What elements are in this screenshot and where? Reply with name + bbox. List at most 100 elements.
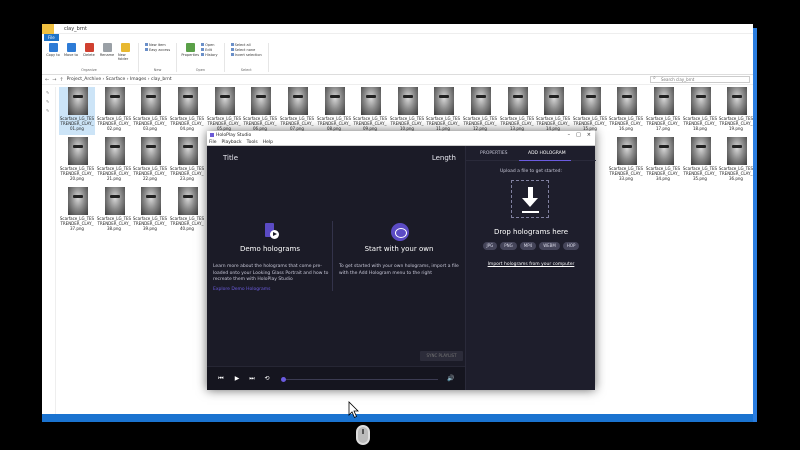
quick-access-toolbar[interactable] — [42, 24, 54, 34]
ribbon-small-button[interactable]: Select all — [231, 43, 262, 47]
close-icon[interactable]: × — [587, 132, 591, 138]
file-thumbnail[interactable]: Scarface_LG_TES TRENDER_CLAY_ 20.png — [59, 137, 95, 185]
file-thumbnail[interactable]: Scarface_LG_TES TRENDER_CLAY_ 21.png — [96, 137, 132, 185]
file-tab[interactable]: File — [44, 34, 59, 41]
file-thumbnail[interactable]: Scarface_LG_TES TRENDER_CLAY_ 15.png — [572, 87, 608, 135]
file-thumbnail[interactable]: Scarface_LG_TES TRENDER_CLAY_ 08.png — [316, 87, 352, 135]
thumbnail-image — [581, 87, 601, 115]
explore-demo-link[interactable]: Explore Demo Holograms — [213, 287, 270, 292]
format-badge: MP4 — [519, 242, 537, 250]
file-thumbnail[interactable]: Scarface_LG_TES TRENDER_CLAY_ 04.png — [169, 87, 205, 135]
file-thumbnail[interactable]: Scarface_LG_TES TRENDER_CLAY_ 03.png — [132, 87, 168, 135]
ribbon-button[interactable]: Rename — [100, 43, 114, 67]
up-icon[interactable]: ↑ — [59, 77, 63, 83]
minimize-icon[interactable]: – — [568, 132, 571, 138]
ribbon-button-label: Move to — [64, 53, 79, 57]
file-name-line: 34.png — [656, 176, 670, 181]
file-thumbnail[interactable]: Scarface_LG_TES TRENDER_CLAY_ 39.png — [132, 187, 168, 235]
forward-icon[interactable]: → — [52, 77, 56, 83]
file-thumbnail[interactable]: Scarface_LG_TES TRENDER_CLAY_ 22.png — [132, 137, 168, 185]
file-thumbnail[interactable]: Scarface_LG_TES TRENDER_CLAY_ 18.png — [682, 87, 718, 135]
holoplay-title-bar: HoloPlay Studio – □ × — [207, 131, 595, 139]
menu-item-playback[interactable]: Playback — [222, 140, 242, 145]
pin-icon[interactable]: ✎ — [46, 90, 55, 96]
file-thumbnail[interactable]: Scarface_LG_TES TRENDER_CLAY_ 01.png — [59, 87, 95, 135]
side-panel-tabs: PROPERTIES ADD HOLOGRAM — [466, 146, 596, 161]
ribbon-button[interactable]: Copy to — [46, 43, 60, 67]
file-thumbnail[interactable]: Scarface_LG_TES TRENDER_CLAY_ 13.png — [499, 87, 535, 135]
address-bar[interactable]: Project_Archive › Scarface › Images › cl… — [67, 77, 647, 82]
import-holograms-link[interactable]: Import holograms from your computer — [466, 262, 596, 267]
file-thumbnail[interactable]: Scarface_LG_TES TRENDER_CLAY_ 40.png — [169, 187, 205, 235]
ribbon-button-icon — [66, 43, 76, 52]
explorer-menu-bar: File — [42, 34, 753, 41]
seek-handle[interactable] — [281, 377, 286, 382]
previous-icon[interactable]: ⏮ — [217, 375, 225, 383]
drop-zone[interactable] — [511, 180, 549, 218]
thumbnail-image — [325, 87, 345, 115]
start-own-heading: Start with your own — [364, 245, 434, 253]
file-name: Scarface_LG_TES TRENDER_CLAY_ 36.png — [718, 166, 753, 181]
back-icon[interactable]: ← — [45, 77, 49, 83]
ribbon-button[interactable]: Move to — [64, 43, 78, 67]
file-thumbnail[interactable]: Scarface_LG_TES TRENDER_CLAY_ 09.png — [352, 87, 388, 135]
menu-item-tools[interactable]: Tools — [247, 140, 258, 145]
file-thumbnail[interactable]: Scarface_LG_TES TRENDER_CLAY_ 10.png — [389, 87, 425, 135]
format-badge: WEBM — [539, 242, 560, 250]
volume-icon[interactable]: 🔊 — [447, 375, 455, 383]
supported-formats: JPG PNG MP4 WEBM HOP — [466, 242, 596, 250]
file-thumbnail[interactable]: Scarface_LG_TES TRENDER_CLAY_ 19.png — [718, 87, 753, 135]
ribbon-small-button[interactable]: Open — [201, 43, 217, 47]
tab-add-hologram[interactable]: ADD HOLOGRAM — [528, 151, 566, 156]
ribbon-small-button[interactable]: History — [201, 53, 217, 57]
maximize-icon[interactable]: □ — [576, 132, 581, 138]
ribbon-small-button[interactable]: Easy access — [145, 48, 170, 52]
file-thumbnail[interactable]: Scarface_LG_TES TRENDER_CLAY_ 23.png — [169, 137, 205, 185]
ribbon-small-button[interactable]: Edit — [201, 48, 217, 52]
menu-item-help[interactable]: Help — [263, 140, 273, 145]
file-thumbnail[interactable]: Scarface_LG_TES TRENDER_CLAY_ 06.png — [242, 87, 278, 135]
file-thumbnail[interactable]: Scarface_LG_TES TRENDER_CLAY_ 33.png — [608, 137, 644, 185]
file-thumbnail[interactable]: Scarface_LG_TES TRENDER_CLAY_ 37.png — [59, 187, 95, 235]
file-thumbnail[interactable]: Scarface_LG_TES TRENDER_CLAY_ 05.png — [206, 87, 242, 135]
file-name-line: 40.png — [180, 226, 194, 231]
ribbon-small-button[interactable]: New item — [145, 43, 170, 47]
ribbon-button-icon — [120, 43, 130, 52]
file-thumbnail[interactable]: Scarface_LG_TES TRENDER_CLAY_ 14.png — [535, 87, 571, 135]
file-name: Scarface_LG_TES TRENDER_CLAY_ 02.png — [96, 116, 132, 131]
pin-icon[interactable]: ✎ — [46, 108, 55, 114]
navigation-pane: ✎ ✎ ✎ — [42, 87, 56, 417]
menu-item-file[interactable]: File — [209, 140, 217, 145]
file-thumbnail[interactable]: Scarface_LG_TES TRENDER_CLAY_ 12.png — [462, 87, 498, 135]
thumbnail-image — [654, 137, 674, 165]
next-icon[interactable]: ⏭ — [248, 375, 256, 383]
ribbon-small-button[interactable]: Select none — [231, 48, 262, 52]
play-icon[interactable]: ▶ — [233, 375, 241, 383]
file-thumbnail[interactable]: Scarface_LG_TES TRENDER_CLAY_ 36.png — [718, 137, 753, 185]
file-thumbnail[interactable]: Scarface_LG_TES TRENDER_CLAY_ 38.png — [96, 187, 132, 235]
ribbon-button[interactable]: Delete — [82, 43, 96, 67]
file-thumbnail[interactable]: Scarface_LG_TES TRENDER_CLAY_ 07.png — [279, 87, 315, 135]
search-input[interactable]: Search clay_brnt — [650, 76, 750, 83]
seek-track[interactable] — [283, 379, 438, 380]
file-thumbnail[interactable]: Scarface_LG_TES TRENDER_CLAY_ 11.png — [425, 87, 461, 135]
pin-icon[interactable]: ✎ — [46, 99, 55, 105]
thumbnail-image — [617, 87, 637, 115]
file-thumbnail[interactable]: Scarface_LG_TES TRENDER_CLAY_ 16.png — [608, 87, 644, 135]
sync-playlist-button[interactable]: SYNC PLAYLIST — [420, 351, 463, 361]
window-controls: – □ × — [568, 132, 595, 138]
file-name: Scarface_LG_TES TRENDER_CLAY_ 12.png — [462, 116, 498, 131]
properties-button[interactable]: Properties — [181, 43, 199, 67]
file-name-line: 03.png — [143, 126, 157, 131]
repeat-icon[interactable]: ⟲ — [263, 375, 271, 383]
file-name-line: 02.png — [107, 126, 121, 131]
file-thumbnail[interactable]: Scarface_LG_TES TRENDER_CLAY_ 17.png — [645, 87, 681, 135]
ribbon-button-icon — [48, 43, 58, 52]
file-name-line: 35.png — [693, 176, 707, 181]
file-thumbnail[interactable]: Scarface_LG_TES TRENDER_CLAY_ 35.png — [682, 137, 718, 185]
tab-properties[interactable]: PROPERTIES — [480, 151, 508, 156]
file-thumbnail[interactable]: Scarface_LG_TES TRENDER_CLAY_ 34.png — [645, 137, 681, 185]
ribbon-button[interactable]: New folder — [118, 43, 132, 67]
file-thumbnail[interactable]: Scarface_LG_TES TRENDER_CLAY_ 02.png — [96, 87, 132, 135]
ribbon-small-button[interactable]: Invert selection — [231, 53, 262, 57]
